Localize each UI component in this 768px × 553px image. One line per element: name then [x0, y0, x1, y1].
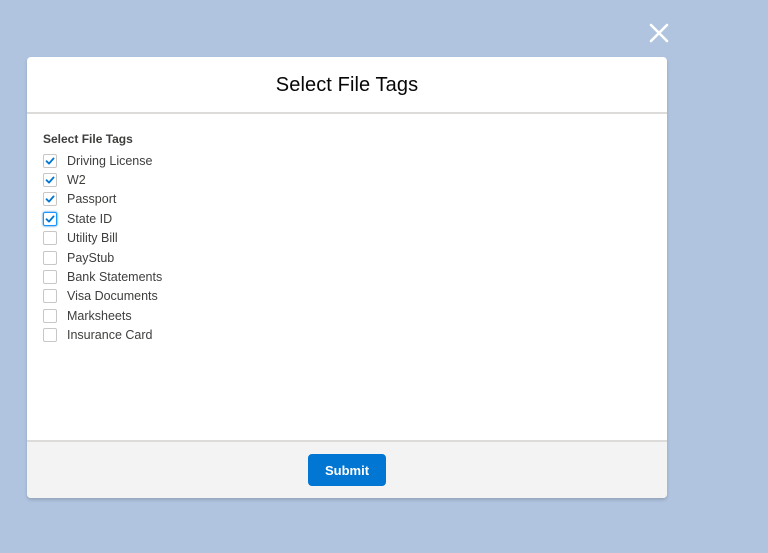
- checkbox-option[interactable]: W2: [43, 170, 651, 189]
- checkbox[interactable]: [43, 153, 57, 168]
- checkbox-label: State ID: [67, 211, 113, 226]
- checkbox[interactable]: [43, 250, 57, 265]
- checkbox-group: Driving License W2 Passport State ID Utility…: [43, 151, 651, 345]
- checkbox-option[interactable]: State ID: [43, 209, 651, 228]
- checkbox-label: Visa Documents: [67, 289, 158, 304]
- checkbox[interactable]: [43, 308, 57, 323]
- close-icon: [649, 23, 669, 43]
- checkbox[interactable]: [43, 328, 57, 343]
- checkbox-label: Utility Bill: [67, 231, 118, 246]
- checkbox-label: Bank Statements: [67, 270, 163, 285]
- checkbox-label: Driving License: [67, 153, 153, 168]
- checkbox-label: W2: [67, 173, 86, 188]
- select-file-tags-modal: Select File Tags Select File Tags Drivin…: [27, 57, 667, 498]
- checkbox-option[interactable]: Driving License: [43, 151, 651, 170]
- checkbox[interactable]: [43, 192, 57, 207]
- check-icon: [45, 176, 55, 184]
- checkbox-label: PayStub: [67, 250, 115, 265]
- checkbox-label: Insurance Card: [67, 328, 153, 343]
- checkbox-option[interactable]: Marksheets: [43, 306, 651, 325]
- modal-header: Select File Tags: [27, 57, 667, 114]
- checkbox-option[interactable]: Insurance Card: [43, 326, 651, 345]
- check-icon: [45, 195, 55, 203]
- checkbox[interactable]: [43, 173, 57, 188]
- checkbox-option[interactable]: Passport: [43, 190, 651, 209]
- checkbox-option[interactable]: Utility Bill: [43, 229, 651, 248]
- checkbox-label: Passport: [67, 192, 117, 207]
- checkbox[interactable]: [43, 231, 57, 246]
- checkbox-option[interactable]: Visa Documents: [43, 287, 651, 306]
- modal-title: Select File Tags: [275, 74, 419, 96]
- check-icon: [45, 157, 55, 165]
- submit-button[interactable]: Submit: [307, 454, 387, 486]
- modal-footer: Submit: [27, 440, 667, 498]
- checkbox-label: Marksheets: [67, 308, 132, 323]
- checkbox-option[interactable]: Bank Statements: [43, 267, 651, 286]
- checkbox[interactable]: [43, 211, 57, 226]
- modal-body: Select File Tags Driving License W2 Passpo…: [27, 114, 667, 438]
- checkbox-option[interactable]: PayStub: [43, 248, 651, 267]
- checkbox[interactable]: [43, 270, 57, 285]
- check-icon: [45, 215, 55, 223]
- close-button[interactable]: [646, 20, 672, 46]
- checkbox-group-label: Select File Tags: [43, 132, 133, 146]
- checkbox[interactable]: [43, 289, 57, 304]
